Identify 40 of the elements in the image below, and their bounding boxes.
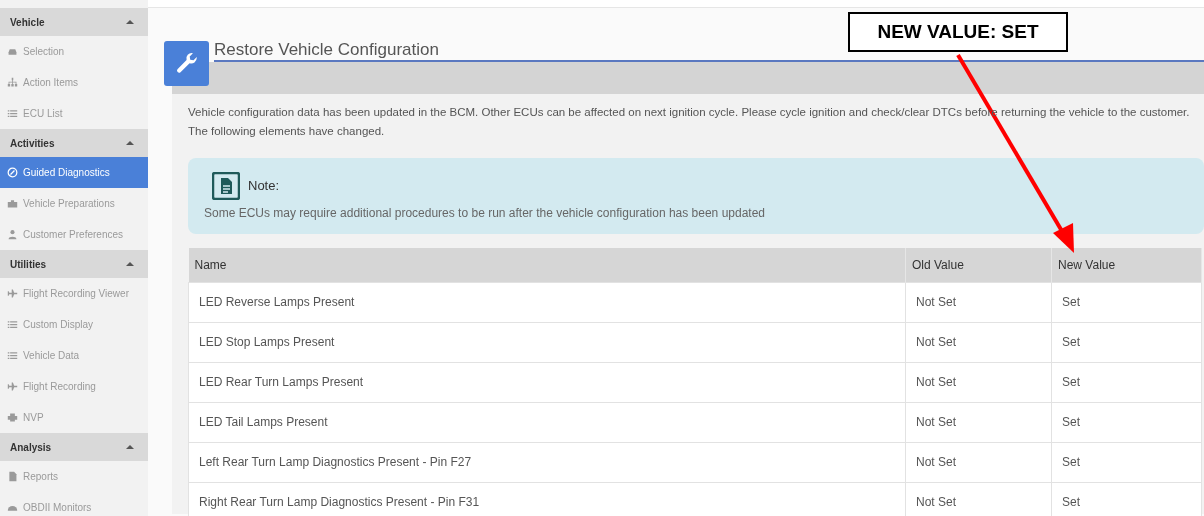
table-cell: Left Rear Turn Lamp Diagnostics Present - Pin F27 xyxy=(188,442,906,482)
plane-icon xyxy=(7,288,18,299)
table-cell: LED Rear Turn Lamps Present xyxy=(188,362,906,402)
note-text: Some ECUs may require additional procedures to be run after the vehicle configuration has been updated xyxy=(204,205,766,222)
wrench-icon xyxy=(164,41,209,86)
table-cell: Not Set xyxy=(905,482,1052,516)
panel-title: Restore Vehicle Configuration xyxy=(214,41,439,58)
table-cell: Not Set xyxy=(905,442,1052,482)
table-cell: Set xyxy=(1051,322,1202,362)
table-cell: Not Set xyxy=(905,322,1052,362)
section-header[interactable]: Activities xyxy=(0,129,148,157)
check-circle-icon xyxy=(7,167,18,178)
table-cell: LED Reverse Lamps Present xyxy=(188,282,906,322)
list-icon xyxy=(7,108,18,119)
table-cell: Not Set xyxy=(905,282,1052,322)
toolbox-icon xyxy=(7,198,18,209)
document-icon xyxy=(7,471,18,482)
person-icon xyxy=(7,229,18,240)
table-cell: Set xyxy=(1051,402,1202,442)
section-header[interactable]: Analysis xyxy=(0,433,148,461)
callout-label: NEW VALUE: SET xyxy=(848,12,1068,52)
table-cell: LED Tail Lamps Present xyxy=(188,402,906,442)
table-cell: Not Set xyxy=(905,362,1052,402)
table-cell: Set xyxy=(1051,282,1202,322)
table-cell: Set xyxy=(1051,482,1202,516)
table-cell: Right Rear Turn Lamp Diagnostics Present - Pin F31 xyxy=(188,482,906,516)
section-header[interactable]: Vehicle xyxy=(0,8,148,36)
table-cell: LED Stop Lamps Present xyxy=(188,322,906,362)
sidebar-item[interactable]: Guided Diagnostics xyxy=(0,157,148,188)
printer-icon xyxy=(7,412,18,423)
list-icon xyxy=(7,350,18,361)
document-icon xyxy=(212,172,240,200)
note-title: Note: xyxy=(248,177,280,196)
sitemap-icon xyxy=(7,77,18,88)
table-cell: Not Set xyxy=(905,402,1052,442)
table-cell: Set xyxy=(1051,362,1202,402)
section-header[interactable]: Utilities xyxy=(0,250,148,278)
list-icon xyxy=(7,319,18,330)
plane-icon xyxy=(7,381,18,392)
table-cell: Set xyxy=(1051,442,1202,482)
